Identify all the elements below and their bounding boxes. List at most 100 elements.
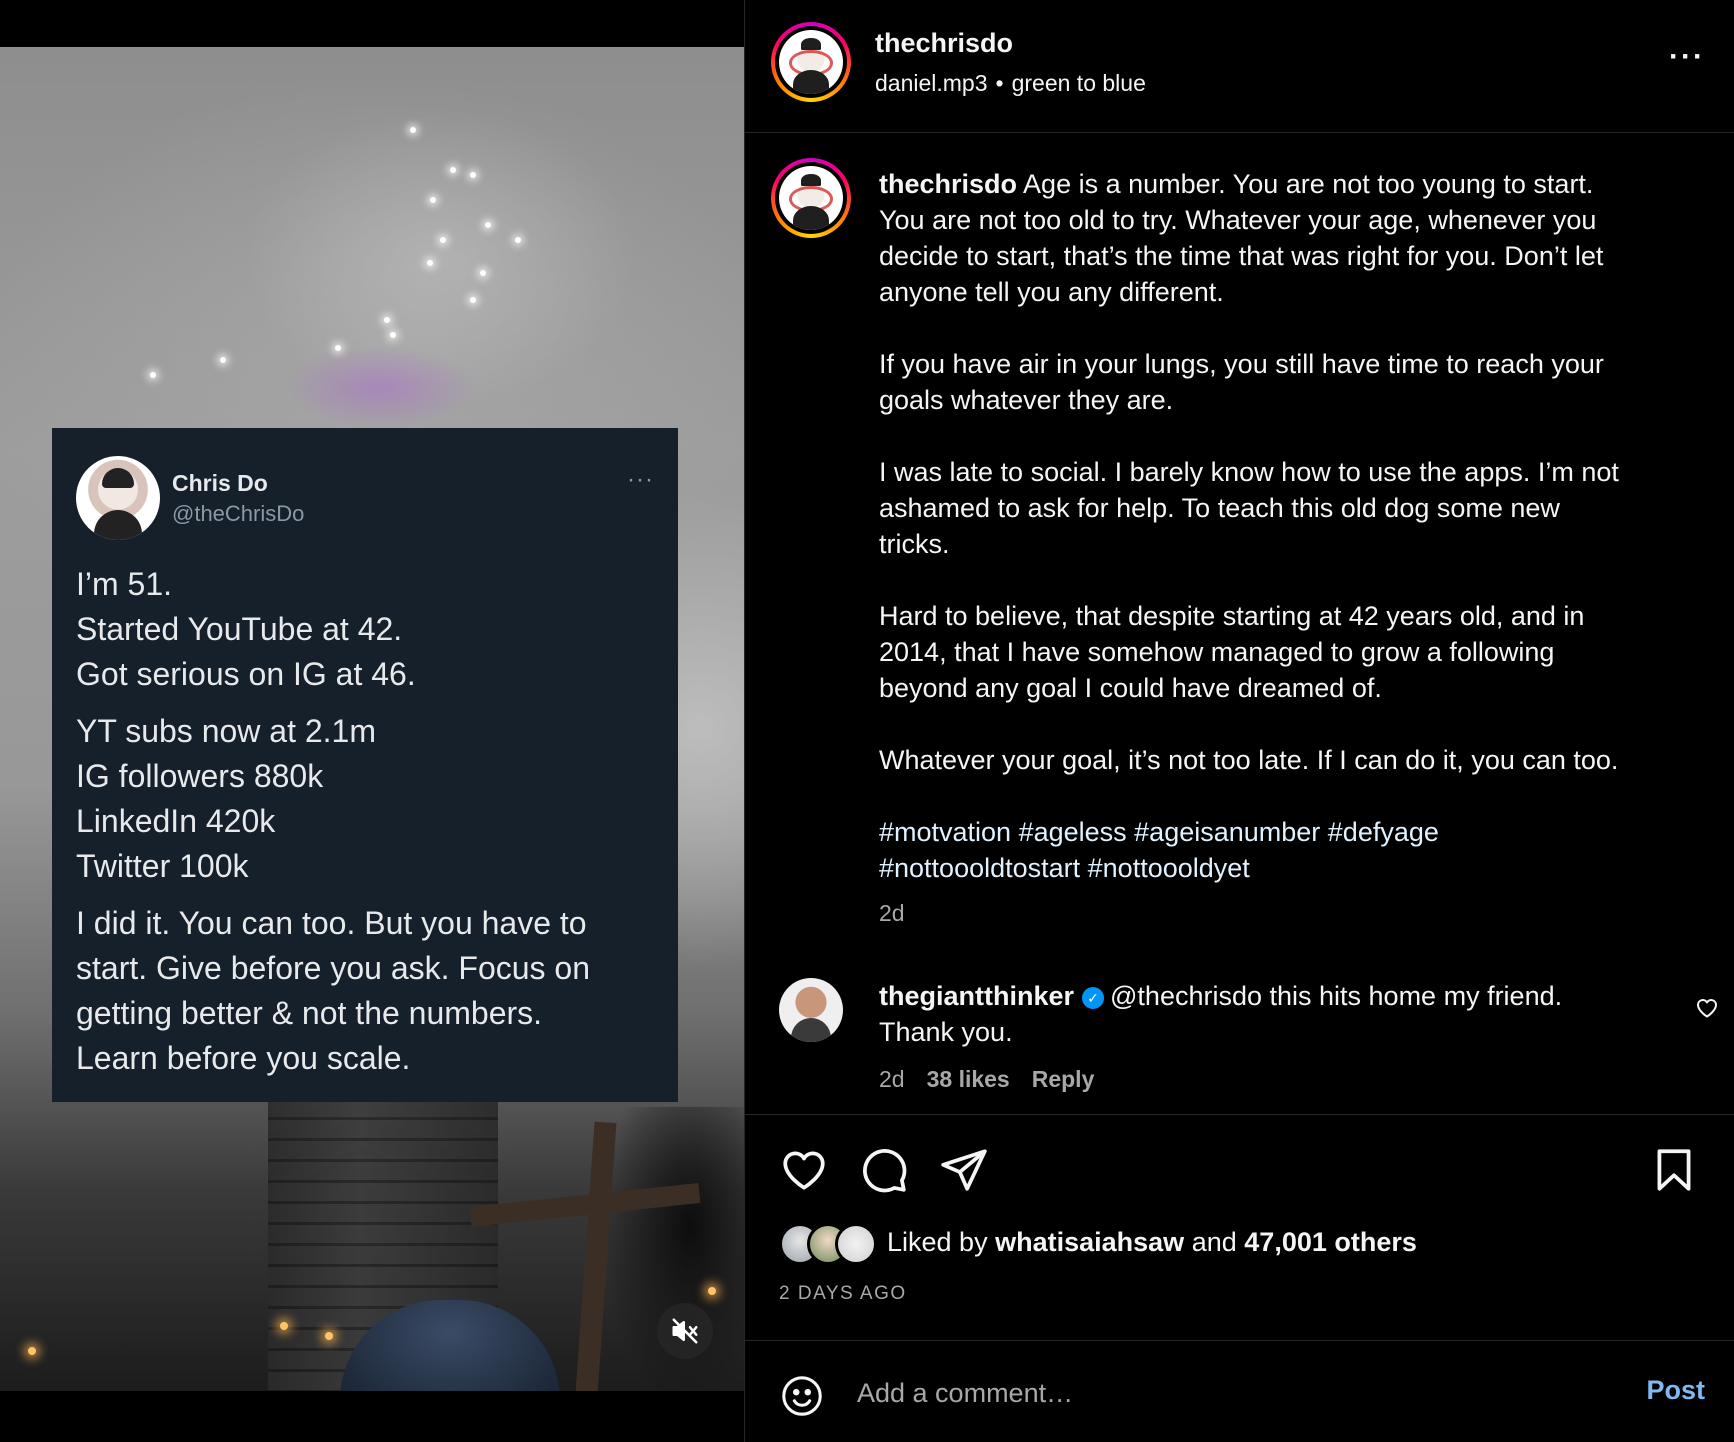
caption-line: anyone tell you any different. [879,277,1224,307]
firework-spark [410,127,416,133]
hashtag-line[interactable]: #motvation #ageless #ageisanumber #defya… [879,814,1699,850]
comment-reply-button[interactable]: Reply [1032,1066,1095,1092]
like-button[interactable] [779,1145,829,1200]
post-comment-button[interactable]: Post [1646,1375,1705,1406]
comment-meta: 2d 38 likes Reply [879,1066,1116,1093]
save-button[interactable] [1649,1145,1699,1200]
caption-username[interactable]: thechrisdo [879,169,1017,199]
tweet-line: IG followers 880k [76,758,324,794]
tweet-line: start. Give before you ask. Focus on [76,950,591,986]
bookmark-icon [1657,1149,1691,1191]
audio-info: daniel.mp3 • green to blue [875,70,1146,97]
audio-track-link[interactable]: daniel.mp3 [875,70,988,96]
muted-speaker-icon [672,1318,698,1344]
street-light [280,1322,288,1330]
firework-spark [515,237,521,243]
liked-by-and: and [1191,1227,1237,1257]
firework-spark [384,317,390,323]
firework-spark [450,167,456,173]
tweet-line: Learn before you scale. [76,1040,411,1076]
firework-spark [470,297,476,303]
liker-avatars[interactable] [779,1223,879,1265]
caption-paragraph: Whatever your goal, it’s not too late. I… [879,742,1699,778]
author-avatar[interactable] [771,22,851,102]
comment-input[interactable] [857,1371,1557,1415]
caption-paragraph: If you have air in your lungs, you still… [879,346,1699,418]
verified-badge-icon: ✓ [1082,987,1105,1009]
caption-author-avatar[interactable] [771,158,851,238]
firework-spark [485,222,491,228]
audio-separator: • [995,70,1004,96]
post-panel: thechrisdo daniel.mp3 • green to blue ··· … [744,0,1734,1442]
tweet-text-block: I’m 51. Started YouTube at 42. Got serio… [76,562,654,697]
comment-line: Thank you. [879,1017,1013,1047]
tweet-line: getting better & not the numbers. [76,995,543,1031]
speech-bubble-icon [863,1149,907,1193]
post-caption: thechrisdo Age is a number. You are not … [879,166,1699,922]
smiley-icon [782,1376,822,1416]
liked-by-others[interactable]: 47,001 others [1244,1227,1417,1257]
tweet-line: Started YouTube at 42. [76,611,403,647]
firework-spark [470,172,476,178]
commenter-username[interactable]: thegiantthinker [879,981,1074,1011]
comment-likes[interactable]: 38 likes [927,1066,1010,1092]
firework-spark [390,332,396,338]
caption-timestamp[interactable]: 2d [879,900,905,927]
firework-spark [335,345,341,351]
caption-line: 2014, that I have somehow managed to gro… [879,637,1555,667]
caption-text: Age is a number. You are not too young t… [1023,169,1594,199]
liked-by-prefix: Liked by [887,1227,988,1257]
post-header: thechrisdo daniel.mp3 • green to blue ··· [745,0,1734,133]
audio-artist-link[interactable]: green to blue [1012,70,1146,96]
comment-body: @thechrisdo this hits home my friend. [1110,981,1563,1011]
caption-paragraph: thechrisdo Age is a number. You are not … [879,166,1699,310]
more-options-icon[interactable]: ··· [1669,40,1705,74]
caption-line: Hard to believe, that despite starting a… [879,601,1585,631]
comment-line: thegiantthinker ✓ @thechrisdo this hits ho… [879,978,1639,1014]
comment-button[interactable] [859,1145,909,1200]
caption-paragraph: I was late to social. I barely know how … [879,454,1699,562]
share-button[interactable] [939,1145,989,1200]
tweet-line: Twitter 100k [76,848,249,884]
street-light [325,1332,333,1340]
tweet-stats-block: YT subs now at 2.1m IG followers 880k Li… [76,709,654,889]
caption-line: I was late to social. I barely know how … [879,457,1619,487]
liked-by-user[interactable]: whatisaiahsaw [995,1227,1184,1257]
tweet-avatar [76,456,160,540]
tweet-more-icon: ··· [627,466,654,493]
tweet-line: I did it. You can too. But you have to [76,905,587,941]
firework-spark [220,357,226,363]
comment-timestamp[interactable]: 2d [879,1066,905,1092]
caption-line: If you have air in your lungs, you still… [879,349,1604,379]
caption-line: goals whatever they are. [879,385,1174,415]
firework-spark [427,260,433,266]
post-date[interactable]: 2 DAYS AGO [779,1283,907,1305]
tweet-line: Got serious on IG at 46. [76,656,416,692]
tweet-advice-block: I did it. You can too. But you have to s… [76,901,654,1081]
comment-like-button[interactable] [1695,996,1719,1025]
add-comment-bar: Post [745,1340,1734,1442]
caption-line: Whatever your goal, it’s not too late. I… [879,745,1619,775]
caption-line: You are not too old to try. Whatever you… [879,205,1597,235]
commenter-avatar[interactable] [779,978,843,1042]
caption-hashtags: #motvation #ageless #ageisanumber #defya… [879,814,1699,886]
hashtag-line[interactable]: #nottoooldtostart #nottoooldyet [879,850,1699,886]
reel-video[interactable]: Chris Do @theChrisDo ··· I’m 51. Started… [0,47,744,1391]
comment-text: thegiantthinker ✓ @thechrisdo this hits ho… [879,978,1639,1050]
caption-first-line: thechrisdo Age is a number. You are not … [879,166,1699,202]
author-username[interactable]: thechrisdo [875,28,1013,59]
tweet-author-name: Chris Do [172,469,268,496]
liker-avatar [835,1223,877,1265]
mute-toggle-button[interactable] [657,1303,713,1359]
post-actions: Liked by whatisaiahsaw and 47,001 others… [745,1114,1734,1342]
video-pane: Chris Do @theChrisDo ··· I’m 51. Started… [0,0,744,1442]
caption-line: ashamed to ask for help. To teach this o… [879,493,1560,523]
caption-line: beyond any goal I could have dreamed of. [879,673,1382,703]
emoji-button[interactable] [779,1373,825,1424]
paper-plane-icon [941,1149,987,1191]
tweet-line: LinkedIn 420k [76,803,276,839]
street-light [708,1287,716,1295]
tweet-line: YT subs now at 2.1m [76,713,376,749]
street-light [28,1347,36,1355]
caption-line: decide to start, that’s the time that wa… [879,241,1604,271]
